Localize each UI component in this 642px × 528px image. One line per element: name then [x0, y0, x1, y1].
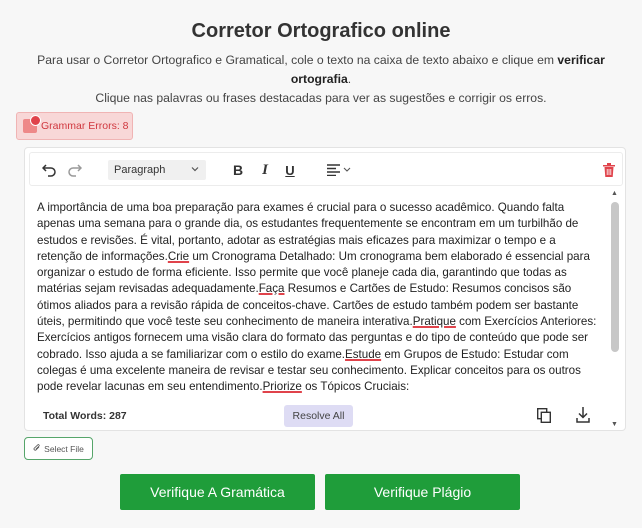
text-editor: Paragraph B I U A importância de uma boa… — [24, 147, 626, 431]
grammar-error-word[interactable]: Faça — [259, 282, 285, 295]
select-file-label: Select File — [44, 443, 84, 454]
check-plagiarism-button[interactable]: Verifique Plágio — [325, 474, 520, 510]
scroll-down-icon[interactable]: ▼ — [611, 421, 618, 428]
description-text: Para usar o Corretor Ortografico e Grama… — [37, 53, 558, 67]
grammar-errors-label: Grammar Errors: 8 — [41, 120, 129, 132]
editor-toolbar: Paragraph B I U — [29, 152, 623, 186]
underline-button[interactable]: U — [283, 160, 297, 180]
editor-scrollbar[interactable]: ▲ ▼ — [609, 190, 621, 428]
resolve-all-button[interactable]: Resolve All — [284, 405, 353, 427]
grammar-error-word[interactable]: Crie — [168, 250, 189, 263]
scrollbar-thumb[interactable] — [611, 202, 619, 352]
page-description: Para usar o Corretor Ortografico e Grama… — [10, 51, 632, 108]
description-line-2: Clique nas palavras ou frases destacadas… — [95, 91, 547, 105]
paperclip-icon — [33, 443, 41, 454]
chevron-down-icon — [190, 164, 200, 177]
check-grammar-button[interactable]: Verifique A Gramática — [120, 474, 315, 510]
page-title: Corretor Ortografico online — [191, 20, 451, 42]
grammar-errors-badge[interactable]: Grammar Errors: 8 — [16, 112, 133, 140]
paragraph-style-select[interactable]: Paragraph — [108, 160, 206, 180]
trash-icon[interactable] — [602, 160, 616, 180]
editor-text-area[interactable]: A importância de uma boa preparação para… — [37, 200, 597, 400]
total-words: Total Words: 287 — [43, 410, 127, 422]
bold-button[interactable]: B — [230, 160, 246, 180]
grammar-error-word[interactable]: Estude — [345, 348, 381, 361]
download-icon[interactable] — [576, 407, 590, 428]
select-file-button[interactable]: Select File — [24, 437, 93, 460]
description-text-end: . — [347, 72, 352, 86]
paragraph-style-value: Paragraph — [114, 164, 166, 176]
error-badge-icon — [23, 115, 41, 133]
italic-button[interactable]: I — [258, 160, 272, 180]
redo-icon[interactable] — [66, 160, 84, 180]
copy-icon[interactable] — [536, 407, 552, 428]
align-left-icon[interactable] — [326, 160, 354, 180]
editor-footer: Total Words: 287 Resolve All — [25, 404, 609, 430]
scroll-up-icon[interactable]: ▲ — [611, 190, 618, 197]
grammar-error-word[interactable]: Priorize — [263, 380, 302, 393]
editor-text-segment: os Tópicos Cruciais: — [301, 380, 410, 394]
undo-icon[interactable] — [40, 160, 58, 180]
grammar-error-word[interactable]: Pratique — [413, 315, 456, 328]
